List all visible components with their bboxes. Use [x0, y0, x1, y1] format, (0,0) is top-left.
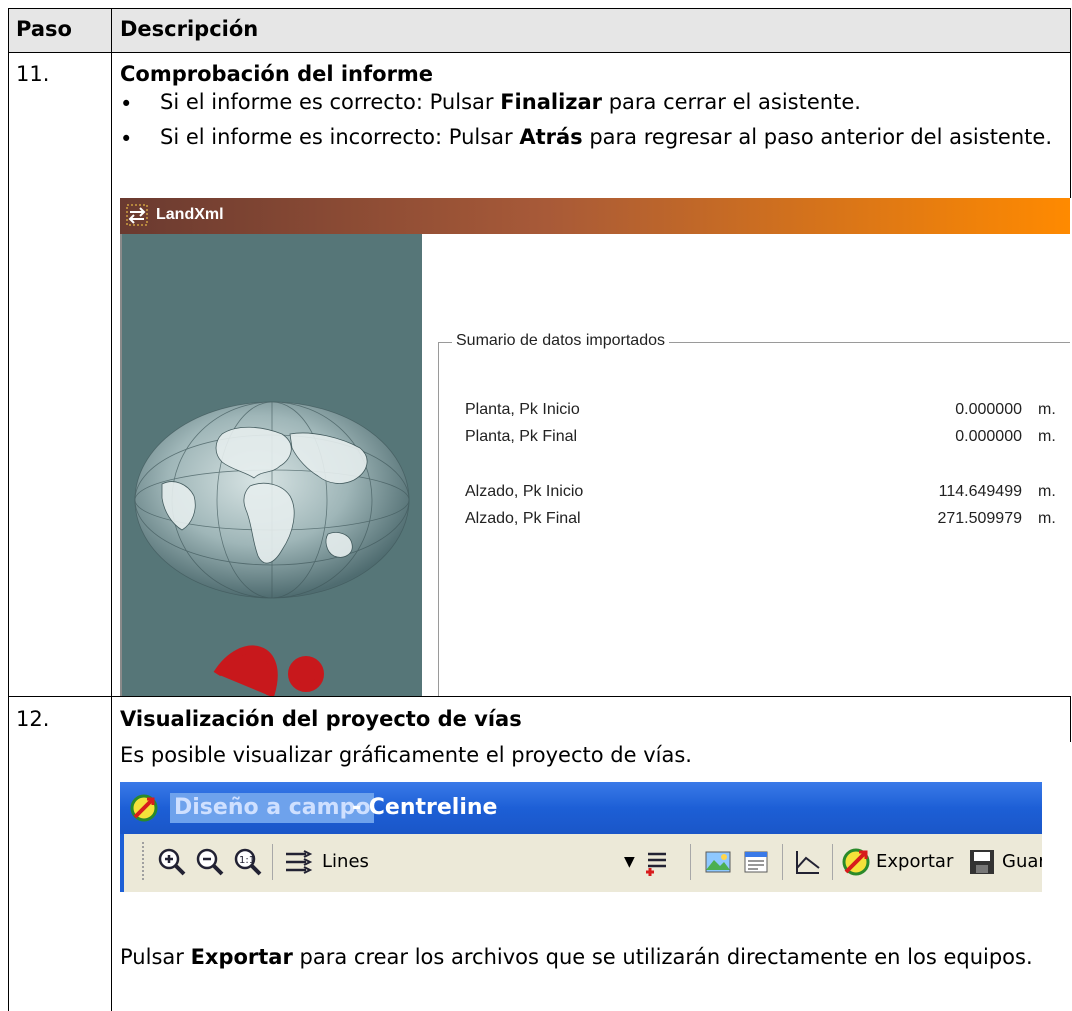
export-button[interactable]: Exportar	[876, 851, 953, 872]
summary-value: 114.649499	[938, 483, 1022, 500]
bullet-text: Si el informe es incorrecto: Pulsar Atrá…	[160, 125, 1052, 149]
summary-label: Alzado, Pk Final	[465, 510, 581, 527]
image-icon[interactable]	[702, 846, 734, 878]
layer-select-value[interactable]: Lines	[322, 851, 369, 872]
toolbar-separator	[690, 844, 691, 880]
zoom-out-icon[interactable]	[194, 846, 226, 878]
window-left-border	[120, 834, 124, 892]
landxml-side-panel	[122, 234, 422, 696]
summary-unit: m.	[1038, 483, 1056, 500]
table-border	[9, 8, 1071, 9]
header-step: Paso	[16, 17, 72, 41]
layers-icon[interactable]	[282, 846, 314, 878]
layer-add-icon[interactable]	[642, 846, 674, 878]
landxml-title: LandXml	[156, 206, 224, 223]
summary-value: 0.000000	[955, 428, 1022, 445]
toolbar-separator	[272, 844, 273, 880]
bullet-marker: •	[120, 127, 133, 151]
step-intro: Es posible visualizar gráficamente el pr…	[120, 743, 692, 767]
summary-unit: m.	[1038, 401, 1056, 418]
window-title: - Centreline	[352, 795, 498, 820]
summary-label: Alzado, Pk Inicio	[465, 483, 584, 500]
summary-unit: m.	[1038, 428, 1056, 445]
toolbar-separator	[832, 844, 833, 880]
save-icon[interactable]	[966, 846, 998, 878]
landxml-titlebar	[120, 198, 1070, 234]
export-icon[interactable]	[840, 846, 872, 878]
zoom-in-icon[interactable]	[156, 846, 188, 878]
step-number: 12.	[16, 707, 50, 731]
step-outro: Pulsar Exportar para crear los archivos …	[120, 945, 1033, 969]
toolbar-separator	[782, 844, 783, 880]
summary-unit: m.	[1038, 510, 1056, 527]
centreline-window-screenshot: Diseño a campo - Centreline 1:1 Lines ▼	[120, 782, 1042, 892]
table-border	[8, 8, 9, 1011]
bullet-text: Si el informe es correcto: Pulsar Finali…	[160, 90, 861, 114]
profile-icon[interactable]	[792, 846, 824, 878]
zoom-extents-icon[interactable]: 1:1	[232, 846, 264, 878]
table-row-divider	[9, 696, 1071, 697]
table-border	[9, 52, 1071, 53]
summary-label: Planta, Pk Final	[465, 428, 578, 445]
table-border	[1070, 8, 1071, 198]
chevron-down-icon[interactable]: ▼	[624, 854, 635, 870]
summary-label: Planta, Pk Inicio	[465, 401, 580, 418]
landxml-dialog-screenshot: LandXml Sumario de datos importados Plan…	[120, 198, 1070, 696]
properties-icon[interactable]	[740, 846, 772, 878]
header-description: Descripción	[120, 17, 259, 41]
window-title-highlighted: Diseño a campo	[170, 793, 375, 823]
globe-illustration	[134, 401, 410, 696]
save-button[interactable]: Guar	[1002, 851, 1042, 872]
summary-value: 0.000000	[955, 401, 1022, 418]
toolbar-grip[interactable]	[142, 842, 144, 882]
table-border	[1070, 696, 1071, 742]
step-title: Visualización del proyecto de vías	[120, 707, 522, 731]
centreline-toolbar: 1:1 Lines ▼ Exportar Guar	[120, 834, 1042, 892]
no-entry-arrow-icon	[130, 794, 158, 822]
table-column-divider	[111, 8, 112, 1011]
import-summary-label: Sumario de datos importados	[452, 332, 669, 350]
step-number: 11.	[16, 62, 50, 86]
summary-value: 271.509979	[937, 510, 1022, 527]
landxml-app-icon	[126, 204, 148, 226]
svg-text:1:1: 1:1	[239, 855, 255, 866]
step-title: Comprobación del informe	[120, 62, 434, 86]
bullet-marker: •	[120, 92, 133, 116]
